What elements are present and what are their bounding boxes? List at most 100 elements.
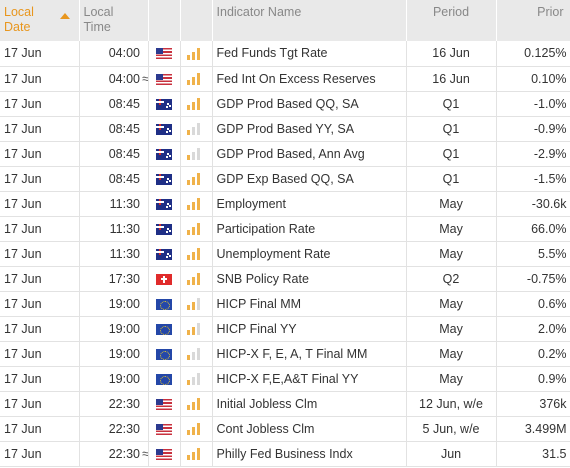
row-country — [148, 241, 181, 267]
table-row[interactable]: 17 Jun 19:00 HICP-X F, E, A, T Final MM May… — [0, 341, 570, 367]
table-row[interactable]: 17 Jun 11:30 Employment May -30.6k — [0, 191, 570, 217]
row-time: 19:00 — [79, 366, 140, 392]
header-row: Local Date Local Time Indicator Name Per… — [0, 0, 570, 41]
row-country — [148, 391, 181, 417]
row-time: 22:30 — [79, 416, 140, 442]
table-row[interactable]: 17 Jun 08:45 GDP Prod Based YY, SA Q1 -0.9% — [0, 116, 570, 142]
row-date: 17 Jun — [0, 316, 80, 342]
table-row[interactable]: 17 Jun 22:30 Cont Jobless Clm 5 Jun, w/e 3.4… — [0, 416, 570, 442]
row-indicator-name[interactable]: GDP Prod Based, Ann Avg — [212, 141, 407, 167]
row-indicator-name[interactable]: Initial Jobless Clm — [212, 391, 407, 417]
column-header-indicator-name[interactable]: Indicator Name — [212, 0, 407, 41]
row-importance — [180, 91, 213, 117]
table-row[interactable]: 17 Jun 08:45 GDP Prod Based QQ, SA Q1 -1.0% — [0, 91, 570, 117]
us-flag-icon — [156, 448, 173, 460]
row-date: 17 Jun — [0, 141, 80, 167]
row-indicator-name[interactable]: Philly Fed Business Indx — [212, 441, 407, 467]
table-row[interactable]: 17 Jun 19:00 HICP-X F,E,A&T Final YY May 0.9… — [0, 366, 570, 392]
au-flag-icon — [156, 123, 173, 135]
column-header-prior[interactable]: Prior — [496, 0, 570, 41]
table-row[interactable]: 17 Jun 11:30 Participation Rate May 66.0% — [0, 216, 570, 242]
row-indicator-name[interactable]: HICP Final YY — [212, 316, 407, 342]
row-importance — [180, 116, 213, 142]
approx-time-icon — [140, 216, 149, 242]
approx-time-icon — [140, 91, 149, 117]
row-date: 17 Jun — [0, 416, 80, 442]
row-importance — [180, 441, 213, 467]
approx-time-icon — [140, 166, 149, 192]
row-date: 17 Jun — [0, 116, 80, 142]
row-time: 17:30 — [79, 266, 140, 292]
row-country — [148, 216, 181, 242]
row-indicator-name[interactable]: GDP Prod Based YY, SA — [212, 116, 407, 142]
row-prior: 0.9% — [496, 366, 570, 392]
us-flag-icon — [156, 398, 173, 410]
row-time: 22:30 — [79, 441, 140, 467]
row-prior: -2.9% — [496, 141, 570, 167]
row-time: 08:45 — [79, 91, 140, 117]
row-indicator-name[interactable]: GDP Prod Based QQ, SA — [212, 91, 407, 117]
local-time-header-line1: Local — [83, 5, 114, 19]
row-indicator-name[interactable]: GDP Exp Based QQ, SA — [212, 166, 407, 192]
row-importance — [180, 191, 213, 217]
importance-bars-icon — [186, 73, 200, 86]
column-header-country[interactable] — [148, 0, 181, 41]
row-prior: -0.9% — [496, 116, 570, 142]
row-indicator-name[interactable]: Fed Int On Excess Reserves — [212, 66, 407, 92]
row-indicator-name[interactable]: SNB Policy Rate — [212, 266, 407, 292]
table-row[interactable]: 17 Jun 11:30 Unemployment Rate May 5.5% — [0, 241, 570, 267]
approx-time-icon — [140, 416, 149, 442]
column-header-local-time[interactable]: Local Time — [79, 0, 149, 41]
column-header-period[interactable]: Period — [406, 0, 497, 41]
table-row[interactable]: 17 Jun 17:30 SNB Policy Rate Q2 -0.75% — [0, 266, 570, 292]
row-prior: 5.5% — [496, 241, 570, 267]
local-date-header-line2: Date — [4, 20, 31, 34]
approx-time-icon — [140, 391, 149, 417]
row-time: 08:45 — [79, 166, 140, 192]
table-row[interactable]: 17 Jun 08:45 GDP Prod Based, Ann Avg Q1 -2.9… — [0, 141, 570, 167]
row-indicator-name[interactable]: HICP-X F, E, A, T Final MM — [212, 341, 407, 367]
table-row[interactable]: 17 Jun22:30≈ Philly Fed Business IndxJun3… — [0, 441, 570, 467]
row-prior: 66.0% — [496, 216, 570, 242]
row-prior: -1.0% — [496, 91, 570, 117]
table-row[interactable]: 17 Jun 08:45 GDP Exp Based QQ, SA Q1 -1.5% — [0, 166, 570, 192]
approx-time-icon: ≈ — [140, 66, 149, 92]
row-indicator-name[interactable]: Employment — [212, 191, 407, 217]
row-indicator-name[interactable]: Participation Rate — [212, 216, 407, 242]
row-date: 17 Jun — [0, 41, 80, 67]
row-importance — [180, 141, 213, 167]
table-row[interactable]: 17 Jun 19:00 HICP Final MM May 0.6% — [0, 291, 570, 317]
table-row[interactable]: 17 Jun 04:00 Fed Funds Tgt Rate 16 Jun 0.125… — [0, 41, 570, 67]
row-period: 16 Jun — [406, 66, 497, 92]
importance-bars-icon — [186, 423, 200, 436]
row-indicator-name[interactable]: Cont Jobless Clm — [212, 416, 407, 442]
column-header-importance[interactable] — [180, 0, 213, 41]
row-period: Q2 — [406, 266, 497, 292]
row-prior: -0.75% — [496, 266, 570, 292]
row-indicator-name[interactable]: Fed Funds Tgt Rate — [212, 41, 407, 67]
row-importance — [180, 41, 213, 67]
economic-calendar-table: Local Date Local Time Indicator Name Per… — [0, 0, 570, 467]
table-row[interactable]: 17 Jun 22:30 Initial Jobless Clm 12 Jun, w/… — [0, 391, 570, 417]
row-indicator-name[interactable]: Unemployment Rate — [212, 241, 407, 267]
row-importance — [180, 66, 213, 92]
importance-bars-icon — [186, 298, 200, 311]
row-date: 17 Jun — [0, 241, 80, 267]
table-row[interactable]: 17 Jun 19:00 HICP Final YY May 2.0% — [0, 316, 570, 342]
importance-bars-icon — [186, 198, 200, 211]
au-flag-icon — [156, 148, 173, 160]
column-header-local-date[interactable]: Local Date — [0, 0, 80, 41]
row-indicator-name[interactable]: HICP Final MM — [212, 291, 407, 317]
row-date: 17 Jun — [0, 216, 80, 242]
au-flag-icon — [156, 248, 173, 260]
row-country — [148, 191, 181, 217]
row-period: May — [406, 216, 497, 242]
row-indicator-name[interactable]: HICP-X F,E,A&T Final YY — [212, 366, 407, 392]
eu-flag-icon — [156, 323, 173, 335]
importance-bars-icon — [186, 373, 200, 386]
table-row[interactable]: 17 Jun04:00≈ Fed Int On Excess Reserves16… — [0, 66, 570, 92]
importance-bars-icon — [186, 273, 200, 286]
eu-flag-icon — [156, 373, 173, 385]
approx-time-icon: ≈ — [140, 441, 149, 467]
row-period: May — [406, 191, 497, 217]
